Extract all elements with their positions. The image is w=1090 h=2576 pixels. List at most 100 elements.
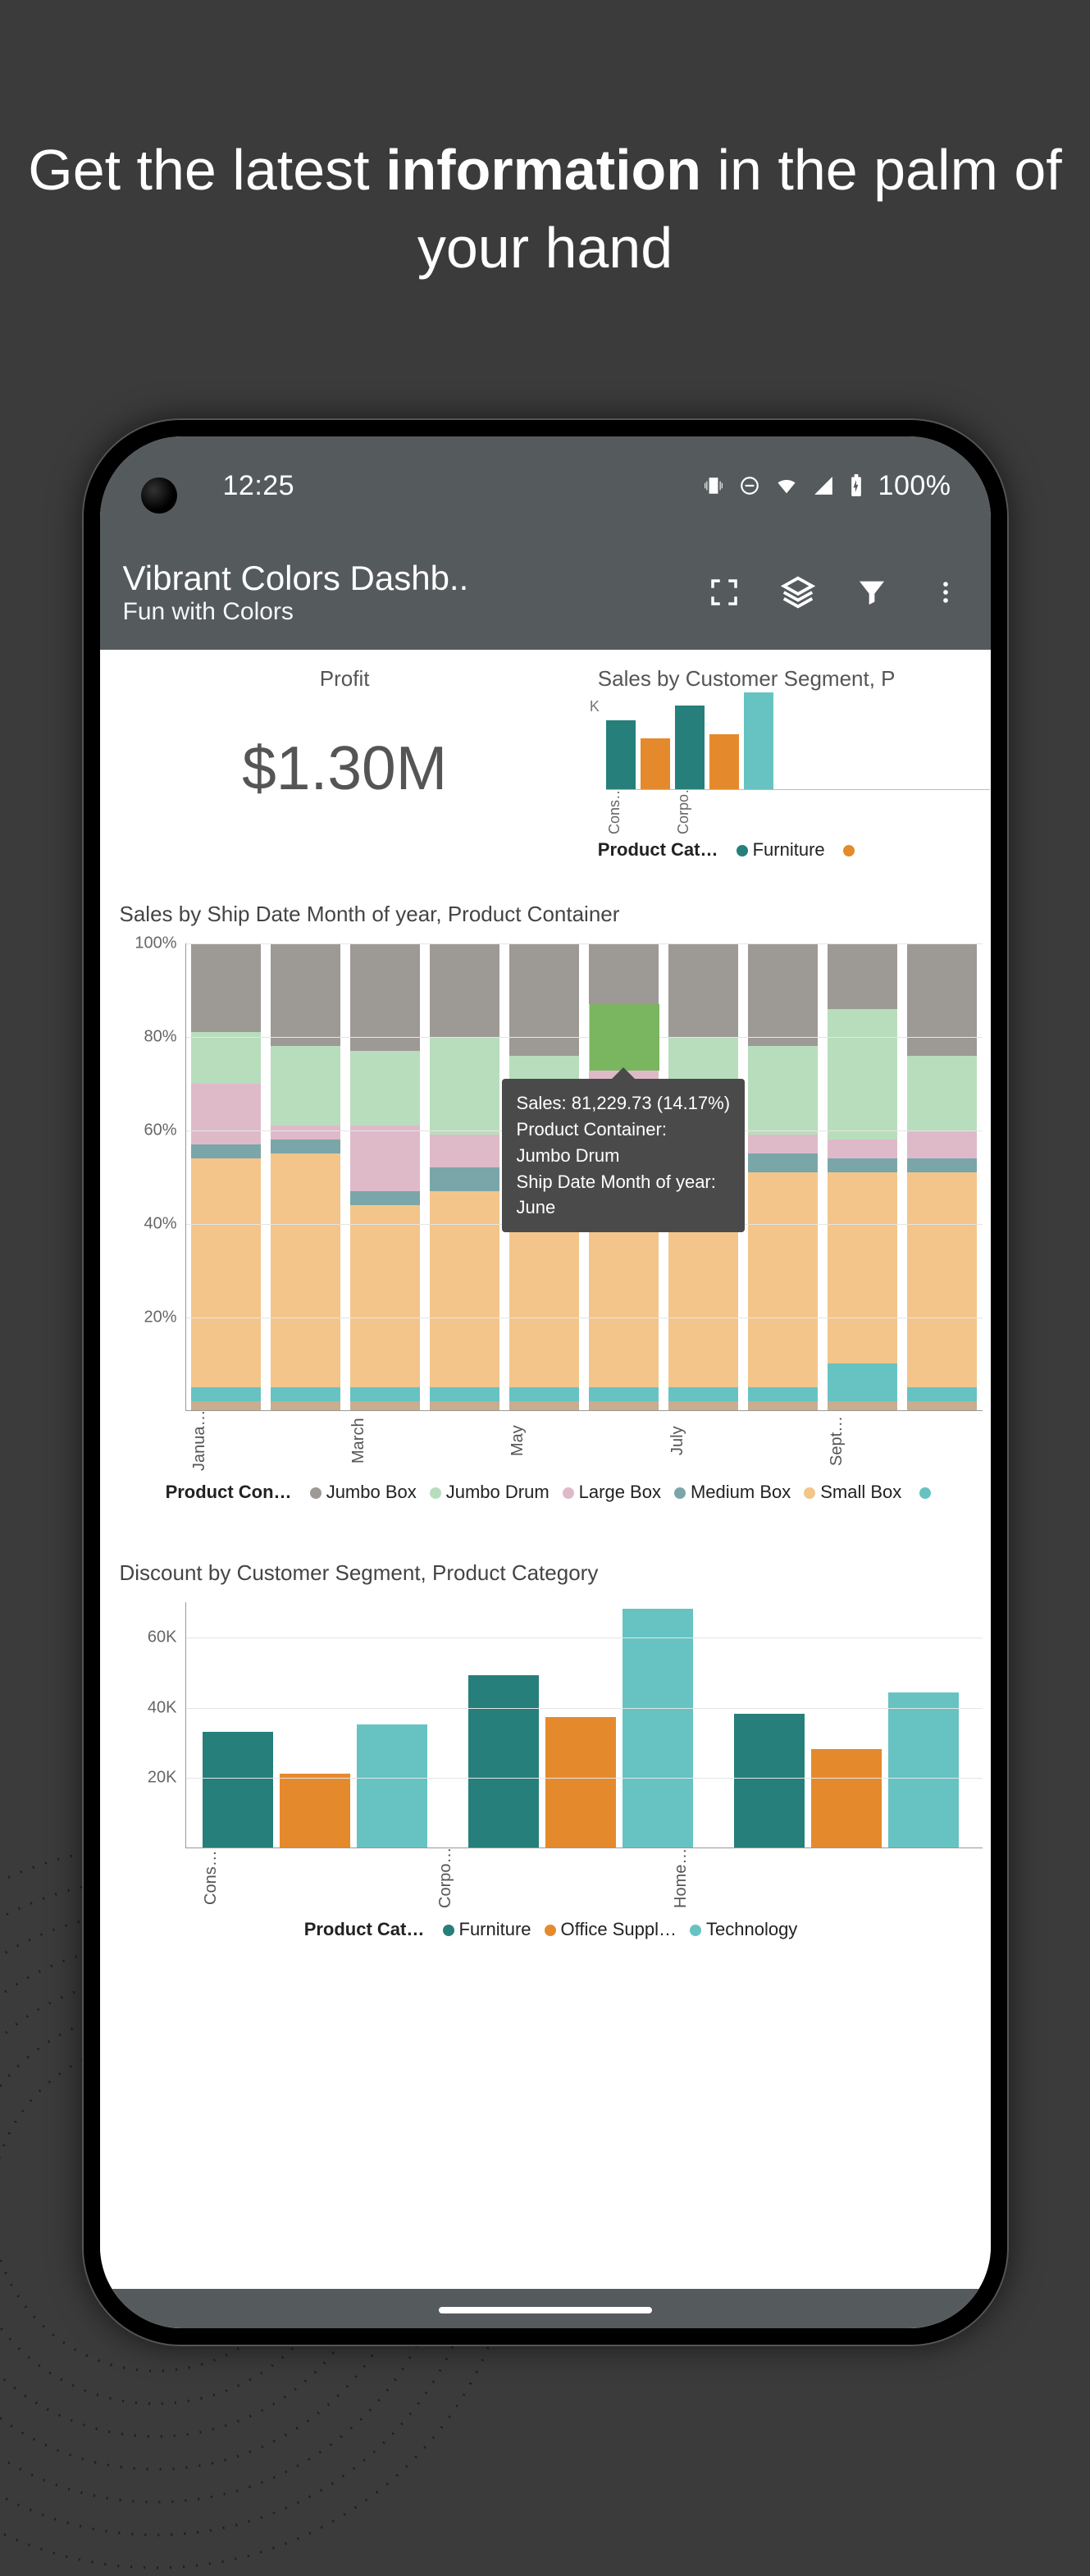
stacked-segment[interactable] <box>430 1387 499 1401</box>
grouped-bar[interactable] <box>623 1609 693 1848</box>
mini-bar[interactable] <box>744 692 773 789</box>
layers-button[interactable] <box>761 555 835 629</box>
stacked-segment[interactable] <box>509 1401 579 1410</box>
home-indicator[interactable] <box>439 2307 652 2313</box>
grouped-bar[interactable] <box>280 1774 350 1848</box>
stacked-segment[interactable] <box>828 1140 897 1158</box>
grouped-chart[interactable]: 20K40K60K <box>120 1602 983 1848</box>
stacked-column[interactable] <box>907 943 977 1410</box>
stacked-segment[interactable] <box>907 1130 977 1158</box>
mini-bar[interactable] <box>606 720 636 789</box>
stacked-segment[interactable] <box>430 1037 499 1135</box>
bar-group[interactable] <box>468 1609 693 1848</box>
stacked-chart-card[interactable]: Sales by Ship Date Month of year, Produc… <box>100 869 991 1503</box>
grouped-bar[interactable] <box>468 1675 539 1848</box>
stacked-segment[interactable] <box>191 1158 261 1387</box>
fullscreen-button[interactable] <box>687 555 761 629</box>
stacked-segment[interactable] <box>748 1135 818 1153</box>
stacked-segment[interactable] <box>589 1401 659 1410</box>
dnd-icon <box>739 475 760 496</box>
stacked-chart[interactable]: 20%40%60%80%100% Sales: 81,229.73 (14.17… <box>120 943 983 1411</box>
stacked-column[interactable] <box>350 943 420 1410</box>
grouped-bar[interactable] <box>357 1724 427 1848</box>
grouped-bar[interactable] <box>203 1732 273 1848</box>
stacked-segment[interactable] <box>907 1172 977 1387</box>
mini-bar[interactable] <box>675 706 705 789</box>
grouped-bar[interactable] <box>545 1717 616 1848</box>
stacked-column[interactable] <box>828 943 897 1410</box>
stacked-segment[interactable] <box>668 1387 738 1401</box>
stacked-segment[interactable] <box>350 1051 420 1126</box>
filter-button[interactable] <box>835 555 909 629</box>
stacked-segment[interactable] <box>350 943 420 1051</box>
kpi-card[interactable]: Profit $1.30M <box>100 658 590 869</box>
stacked-column[interactable] <box>430 943 499 1410</box>
stacked-segment[interactable] <box>271 1140 340 1153</box>
tooltip-line-4: Ship Date Month of year: <box>517 1169 731 1195</box>
stacked-segment[interactable] <box>509 1387 579 1401</box>
stacked-segment[interactable] <box>748 1387 818 1401</box>
stacked-segment[interactable] <box>271 1153 340 1387</box>
stacked-segment[interactable] <box>350 1205 420 1387</box>
stacked-segment[interactable] <box>350 1126 420 1191</box>
stacked-segment[interactable] <box>191 1084 261 1144</box>
stacked-segment[interactable] <box>907 1387 977 1401</box>
stacked-segment[interactable] <box>430 943 499 1037</box>
grouped-bar[interactable] <box>734 1714 805 1848</box>
stacked-segment[interactable] <box>350 1401 420 1410</box>
stacked-plot-area[interactable]: Sales: 81,229.73 (14.17%) Product Contai… <box>185 943 983 1411</box>
stacked-column[interactable] <box>271 943 340 1410</box>
stacked-segment[interactable] <box>668 943 738 1037</box>
stacked-segment[interactable] <box>748 943 818 1046</box>
legend-item-furniture: Furniture <box>753 839 825 860</box>
stacked-segment[interactable] <box>828 1009 897 1140</box>
stacked-segment[interactable] <box>191 1032 261 1084</box>
stacked-segment[interactable] <box>828 943 897 1009</box>
grouped-bar[interactable] <box>811 1749 882 1848</box>
stacked-segment[interactable] <box>828 1172 897 1363</box>
mini-bar-chart[interactable]: 900K Cons…Corpo… <box>606 692 991 839</box>
stacked-segment[interactable] <box>748 1046 818 1135</box>
stacked-segment[interactable] <box>271 1401 340 1410</box>
grouped-plot-area[interactable] <box>185 1602 983 1848</box>
stacked-segment[interactable] <box>828 1363 897 1401</box>
bar-group[interactable] <box>734 1692 959 1848</box>
stacked-segment[interactable] <box>430 1135 499 1167</box>
stacked-column[interactable] <box>748 943 818 1410</box>
grouped-chart-card[interactable]: Discount by Customer Segment, Product Ca… <box>100 1503 991 1940</box>
dashboard-content[interactable]: Profit $1.30M Sales by Customer Segment,… <box>100 650 991 2328</box>
stacked-segment[interactable] <box>191 1144 261 1158</box>
stacked-segment[interactable] <box>350 1387 420 1401</box>
stacked-segment[interactable] <box>828 1401 897 1410</box>
mini-bar[interactable] <box>709 734 739 789</box>
stacked-segment[interactable] <box>748 1401 818 1410</box>
stacked-segment[interactable] <box>907 1401 977 1410</box>
stacked-segment[interactable] <box>430 1191 499 1387</box>
grouped-bar[interactable] <box>888 1692 959 1848</box>
stacked-segment[interactable] <box>191 943 261 1032</box>
stacked-segment[interactable] <box>350 1191 420 1205</box>
stacked-segment[interactable] <box>271 943 340 1046</box>
more-button[interactable] <box>909 555 983 629</box>
bar-group[interactable] <box>203 1724 427 1848</box>
stacked-segment[interactable] <box>907 1056 977 1130</box>
stacked-segment[interactable] <box>907 943 977 1056</box>
mini-chart-card[interactable]: Sales by Customer Segment, P 900K Cons…C… <box>590 658 991 869</box>
stacked-segment[interactable] <box>191 1401 261 1410</box>
stacked-segment[interactable] <box>828 1158 897 1172</box>
stacked-segment[interactable] <box>589 943 659 1004</box>
stacked-segment[interactable] <box>509 943 579 1056</box>
stacked-segment[interactable] <box>271 1046 340 1126</box>
stacked-segment[interactable] <box>589 1387 659 1401</box>
stacked-segment[interactable] <box>430 1167 499 1190</box>
stacked-segment[interactable] <box>271 1387 340 1401</box>
mini-bar[interactable] <box>641 738 670 789</box>
stacked-segment[interactable] <box>191 1387 261 1401</box>
stacked-segment[interactable] <box>271 1126 340 1140</box>
stacked-segment[interactable] <box>748 1153 818 1172</box>
stacked-segment[interactable] <box>748 1172 818 1387</box>
stacked-segment[interactable] <box>430 1401 499 1410</box>
stacked-column[interactable] <box>191 943 261 1410</box>
stacked-segment[interactable] <box>907 1158 977 1172</box>
stacked-segment[interactable] <box>668 1401 738 1410</box>
